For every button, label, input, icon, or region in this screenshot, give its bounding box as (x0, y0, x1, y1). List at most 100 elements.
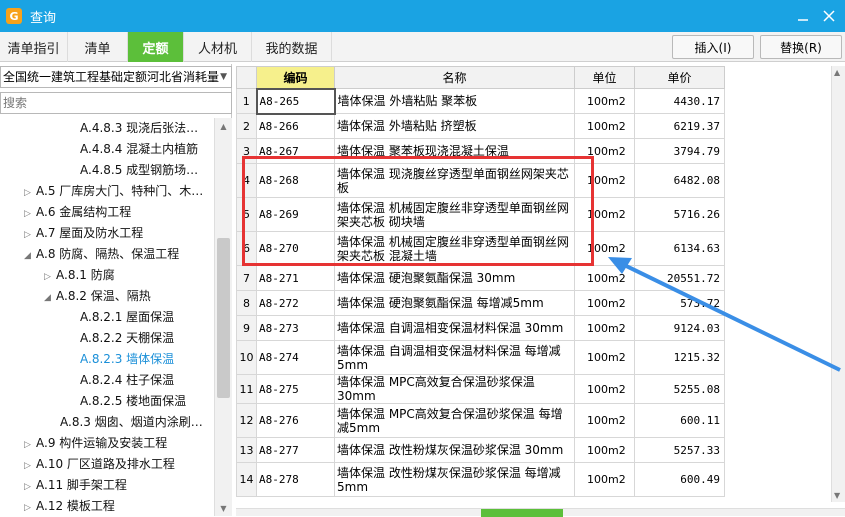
table-row[interactable]: 5 A8-269 墙体保温 机械固定腹丝非穿透型单面钢丝网架夹芯板 砌块墙 100m2… (236, 197, 725, 232)
tree-node[interactable]: A.8.3 烟囱、烟道内涂刷… (60, 412, 203, 433)
tree-node[interactable]: A.8.2.4 柱子保温 (80, 370, 174, 391)
minimize-icon[interactable] (792, 6, 814, 26)
scroll-down-icon[interactable]: ▼ (834, 491, 840, 500)
price-cell[interactable]: 4430.17 (634, 88, 725, 114)
library-select[interactable]: 全国统一建筑工程基础定额河北省消耗量 ▼ (0, 66, 232, 88)
price-cell[interactable]: 6482.08 (634, 163, 725, 198)
collapse-icon[interactable]: ◢ (44, 288, 56, 309)
tab-list-guide[interactable]: 清单指引 (0, 32, 68, 62)
tree-node[interactable]: ◢ A.8 防腐、隔热、保温工程 (24, 244, 179, 265)
code-cell[interactable]: A8-278 (256, 462, 335, 497)
price-cell[interactable]: 600.11 (634, 403, 725, 438)
tab-my-data[interactable]: 我的数据 (252, 32, 332, 62)
expand-icon[interactable]: ▷ (24, 204, 36, 225)
tab-labor-material[interactable]: 人材机 (184, 32, 252, 62)
name-cell[interactable]: 墙体保温 硬泡聚氨酯保温 每增减5mm (334, 290, 575, 316)
unit-cell[interactable]: 100m2 (574, 437, 635, 463)
code-cell[interactable]: A8-267 (256, 138, 335, 164)
table-row[interactable]: 7 A8-271 墙体保温 硬泡聚氨酯保温 30mm 100m2 20551.72 (236, 265, 725, 291)
scroll-down-icon[interactable]: ▼ (215, 500, 232, 516)
code-cell[interactable]: A8-275 (256, 374, 335, 404)
tree-node[interactable]: A.4.8.5 成型钢筋场… (80, 160, 198, 181)
name-cell[interactable]: 墙体保温 MPC高效复合保温砂浆保温 30mm (334, 374, 575, 404)
price-cell[interactable]: 3794.79 (634, 138, 725, 164)
unit-cell[interactable]: 100m2 (574, 231, 635, 266)
chevron-down-icon[interactable]: ▼ (220, 67, 227, 87)
unit-cell[interactable]: 100m2 (574, 374, 635, 404)
code-cell[interactable]: A8-269 (256, 197, 335, 232)
tree-node[interactable]: ▷ A.11 脚手架工程 (24, 475, 127, 496)
unit-cell[interactable]: 100m2 (574, 462, 635, 497)
table-row[interactable]: 2 A8-266 墙体保温 外墙粘贴 挤塑板 100m2 6219.37 (236, 113, 725, 139)
price-cell[interactable]: 5255.08 (634, 374, 725, 404)
price-cell[interactable]: 573.72 (634, 290, 725, 316)
name-cell[interactable]: 墙体保温 硬泡聚氨酯保温 30mm (334, 265, 575, 291)
tree-scrollbar[interactable]: ▲ ▼ (214, 118, 232, 516)
close-icon[interactable] (818, 6, 840, 26)
table-row[interactable]: 10 A8-274 墙体保温 自调温相变保温材料保温 每增减5mm 100m2 1215… (236, 340, 725, 375)
name-cell[interactable]: 墙体保温 聚苯板现浇混凝土保温 (334, 138, 575, 164)
price-cell[interactable]: 5716.26 (634, 197, 725, 232)
code-cell[interactable]: A8-270 (256, 231, 335, 266)
expand-icon[interactable]: ▷ (24, 477, 36, 498)
search-input[interactable]: 搜索 (0, 92, 232, 114)
table-row[interactable]: 4 A8-268 墙体保温 现浇腹丝穿透型单面钢丝网架夹芯板 100m2 6482.08 (236, 163, 725, 198)
unit-cell[interactable]: 100m2 (574, 340, 635, 375)
code-cell[interactable]: A8-266 (256, 113, 335, 139)
unit-cell[interactable]: 100m2 (574, 197, 635, 232)
tree-node[interactable]: A.8.2.3 墙体保温 (80, 349, 174, 370)
code-cell[interactable]: A8-268 (256, 163, 335, 198)
scroll-up-icon[interactable]: ▲ (215, 118, 232, 134)
table-row[interactable]: 12 A8-276 墙体保温 MPC高效复合保温砂浆保温 每增减5mm 100m2 60… (236, 403, 725, 438)
table-row[interactable]: 8 A8-272 墙体保温 硬泡聚氨酯保温 每增减5mm 100m2 573.72 (236, 290, 725, 316)
tree-node[interactable]: ▷ A.8.1 防腐 (44, 265, 115, 286)
table-row[interactable]: 6 A8-270 墙体保温 机械固定腹丝非穿透型单面钢丝网架夹芯板 混凝土墙 100m… (236, 231, 725, 266)
expand-icon[interactable]: ▷ (44, 267, 56, 288)
unit-cell[interactable]: 100m2 (574, 290, 635, 316)
price-cell[interactable]: 9124.03 (634, 315, 725, 341)
code-cell[interactable]: A8-276 (256, 403, 335, 438)
table-row[interactable]: 3 A8-267 墙体保温 聚苯板现浇混凝土保温 100m2 3794.79 (236, 138, 725, 164)
price-cell[interactable]: 1215.32 (634, 340, 725, 375)
code-cell[interactable]: A8-272 (256, 290, 335, 316)
tab-quota[interactable]: 定额 (128, 32, 184, 62)
tree-node[interactable]: A.4.8.4 混凝土内植筋 (80, 139, 198, 160)
table-row[interactable]: 13 A8-277 墙体保温 改性粉煤灰保温砂浆保温 30mm 100m2 5257.3… (236, 437, 725, 463)
tree-node[interactable]: ▷ A.5 厂库房大门、特种门、木… (24, 181, 203, 202)
name-cell[interactable]: 墙体保温 MPC高效复合保温砂浆保温 每增减5mm (334, 403, 575, 438)
code-cell[interactable]: A8-277 (256, 437, 335, 463)
horizontal-scrollbar[interactable] (236, 508, 845, 517)
unit-cell[interactable]: 100m2 (574, 403, 635, 438)
unit-cell[interactable]: 100m2 (574, 163, 635, 198)
tree-node[interactable]: ▷ A.10 厂区道路及排水工程 (24, 454, 175, 475)
price-cell[interactable]: 6134.63 (634, 231, 725, 266)
code-cell[interactable]: A8-274 (256, 340, 335, 375)
column-header-unit[interactable]: 单位 (574, 66, 635, 89)
table-row[interactable]: 14 A8-278 墙体保温 改性粉煤灰保温砂浆保温 每增减5mm 100m2 600.… (236, 462, 725, 497)
price-cell[interactable]: 20551.72 (634, 265, 725, 291)
name-cell[interactable]: 墙体保温 机械固定腹丝非穿透型单面钢丝网架夹芯板 混凝土墙 (334, 231, 575, 266)
scroll-up-icon[interactable]: ▲ (834, 68, 840, 77)
column-header-name[interactable]: 名称 (334, 66, 575, 89)
expand-icon[interactable]: ▷ (24, 435, 36, 456)
unit-cell[interactable]: 100m2 (574, 113, 635, 139)
tree-node[interactable]: ▷ A.9 构件运输及安装工程 (24, 433, 167, 454)
unit-cell[interactable]: 100m2 (574, 138, 635, 164)
replace-button[interactable]: 替换(R) (760, 35, 842, 59)
code-cell[interactable]: A8-271 (256, 265, 335, 291)
code-cell[interactable]: A8-273 (256, 315, 335, 341)
price-cell[interactable]: 6219.37 (634, 113, 725, 139)
name-cell[interactable]: 墙体保温 改性粉煤灰保温砂浆保温 30mm (334, 437, 575, 463)
column-header-price[interactable]: 单价 (634, 66, 725, 89)
tree-node[interactable]: A.4.8.3 现浇后张法… (80, 118, 198, 139)
unit-cell[interactable]: 100m2 (574, 315, 635, 341)
grid-scrollbar[interactable]: ▲ ▼ (831, 66, 845, 502)
expand-icon[interactable]: ▷ (24, 183, 36, 204)
tree-node[interactable]: ▷ A.6 金属结构工程 (24, 202, 131, 223)
unit-cell[interactable]: 100m2 (574, 265, 635, 291)
name-cell[interactable]: 墙体保温 机械固定腹丝非穿透型单面钢丝网架夹芯板 砌块墙 (334, 197, 575, 232)
collapse-icon[interactable]: ◢ (24, 246, 36, 267)
name-cell[interactable]: 墙体保温 自调温相变保温材料保温 30mm (334, 315, 575, 341)
tree-node[interactable]: ▷ A.12 模板工程 (24, 496, 115, 516)
tree-node[interactable]: ◢ A.8.2 保温、隔热 (44, 286, 151, 307)
